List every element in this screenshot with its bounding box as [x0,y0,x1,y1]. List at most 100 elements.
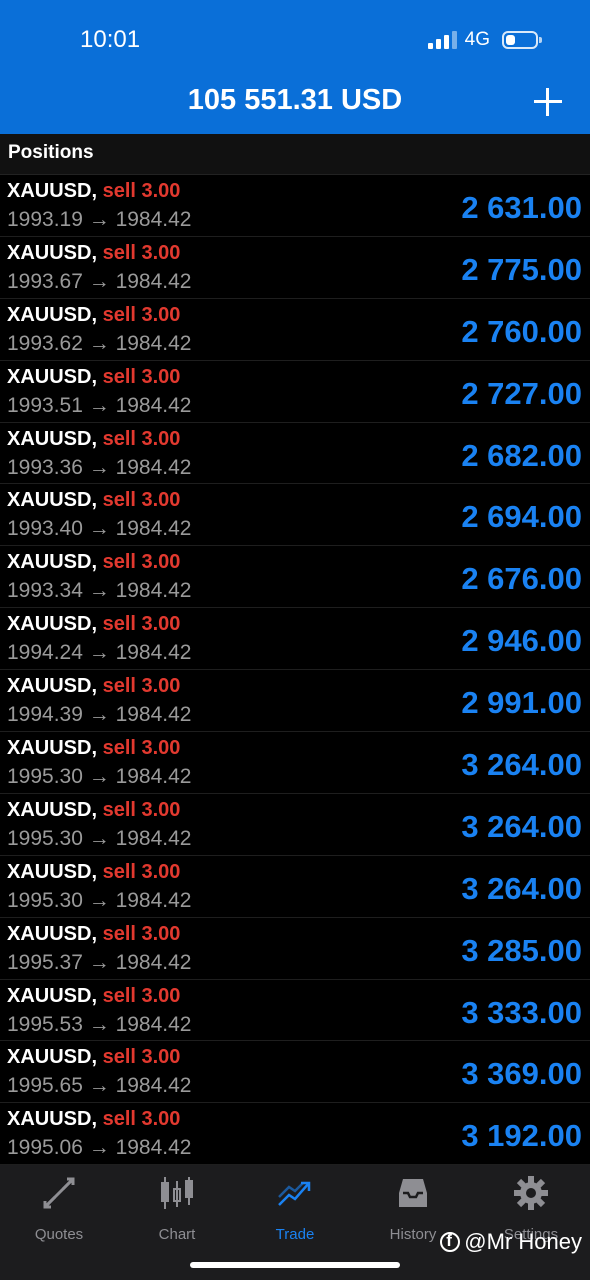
symbol-text: XAUUSD, [7,551,98,574]
trade-icon [278,1181,311,1206]
tab-label: Trade [275,1226,315,1243]
symbol-text: XAUUSD, [7,241,98,264]
tab-quotes[interactable]: Quotes [0,1175,118,1243]
tab-trade[interactable]: Trade [236,1175,354,1243]
position-prices: 1993.40 → 1984.42 [7,517,192,541]
position-row[interactable]: XAUUSD, sell 3.00 1995.65 → 1984.42 3 369.… [0,1041,590,1104]
position-row[interactable]: XAUUSD, sell 3.00 1995.30 → 1984.42 3 264.… [0,856,590,918]
position-row[interactable]: XAUUSD, sell 3.00 1995.37 → 1984.42 3 285.… [0,918,590,980]
position-profit: 3 264.00 [461,870,582,906]
position-row[interactable]: XAUUSD, sell 3.00 1993.19 → 1984.42 2 631.… [0,175,590,237]
position-row[interactable]: XAUUSD, sell 3.00 1993.67 → 1984.42 2 775.… [0,237,590,299]
position-prices: 1995.06 → 1984.42 [7,1136,192,1160]
position-symbol: XAUUSD, sell 3.00 [7,613,180,636]
status-time: 10:01 [80,26,141,53]
position-side: sell 3.00 [102,241,181,264]
position-profit: 2 682.00 [461,437,582,473]
symbol-text: XAUUSD, [7,613,98,636]
symbol-text: XAUUSD, [7,180,98,202]
symbol-text: XAUUSD, [7,798,98,821]
position-row[interactable]: XAUUSD, sell 3.00 1993.62 → 1984.42 2 760.… [0,299,590,361]
tab-label: Chart [158,1226,196,1243]
position-prices: 1993.51 → 1984.42 [7,393,192,417]
history-icon [399,1179,427,1207]
position-profit: 3 369.00 [461,1056,582,1092]
header-bar: 10:01 4G 105 551.31 USD [0,0,590,134]
tab-chart[interactable]: Chart [118,1175,236,1243]
position-side: sell 3.00 [102,180,181,202]
positions-header: Positions [0,134,590,175]
position-prices: 1993.19 → 1984.42 [7,208,192,231]
symbol-text: XAUUSD, [7,1046,98,1069]
position-symbol: XAUUSD, sell 3.00 [7,799,180,822]
position-symbol: XAUUSD, sell 3.00 [7,737,180,760]
position-side: sell 3.00 [102,303,181,326]
network-type: 4G [464,29,490,50]
new-order-button[interactable] [534,88,562,116]
position-prices: 1994.39 → 1984.42 [7,703,192,727]
position-profit: 2 727.00 [461,375,582,411]
symbol-text: XAUUSD, [7,675,98,698]
position-side: sell 3.00 [102,737,181,760]
position-symbol: XAUUSD, sell 3.00 [7,304,180,327]
position-symbol: XAUUSD, sell 3.00 [7,489,180,512]
position-profit: 3 264.00 [461,808,582,844]
position-row[interactable]: XAUUSD, sell 3.00 1993.51 → 1984.42 2 727.… [0,361,590,423]
position-prices: 1995.53 → 1984.42 [7,1012,192,1036]
position-side: sell 3.00 [102,1108,181,1131]
position-prices: 1995.30 → 1984.42 [7,888,192,912]
position-profit: 2 676.00 [461,561,582,597]
position-symbol: XAUUSD, sell 3.00 [7,923,180,946]
watermark: @Mr Honey [440,1229,582,1255]
account-balance: 105 551.31 USD [187,84,403,116]
position-row[interactable]: XAUUSD, sell 3.00 1993.34 → 1984.42 2 676.… [0,546,590,609]
battery-icon [502,31,542,49]
symbol-text: XAUUSD, [7,365,98,388]
position-row[interactable]: XAUUSD, sell 3.00 1994.39 → 1984.42 2 991.… [0,670,590,733]
gear-icon [514,1176,548,1210]
position-profit: 3 333.00 [461,994,582,1030]
position-row[interactable]: XAUUSD, sell 3.00 1995.06 → 1984.42 3 192.… [0,1103,590,1166]
position-symbol: XAUUSD, sell 3.00 [7,1108,180,1131]
position-side: sell 3.00 [102,984,181,1007]
position-side: sell 3.00 [102,922,181,945]
position-side: sell 3.00 [102,860,181,883]
position-side: sell 3.00 [102,427,181,450]
position-row[interactable]: XAUUSD, sell 3.00 1995.30 → 1984.42 3 264.… [0,732,590,794]
position-prices: 1994.24 → 1984.42 [7,641,192,665]
position-prices: 1993.34 → 1984.42 [7,579,192,603]
position-symbol: XAUUSD, sell 3.00 [7,242,180,265]
position-symbol: XAUUSD, sell 3.00 [7,366,180,389]
position-profit: 2 946.00 [461,623,582,659]
position-prices: 1995.37 → 1984.42 [7,950,192,974]
quotes-icon [43,1177,75,1209]
positions-title: Positions [8,142,94,163]
position-prices: 1993.67 → 1984.42 [7,269,192,293]
position-profit: 2 694.00 [461,499,582,535]
position-prices: 1995.65 → 1984.42 [7,1074,192,1098]
position-side: sell 3.00 [102,675,181,698]
position-symbol: XAUUSD, sell 3.00 [7,985,180,1008]
position-row[interactable]: XAUUSD, sell 3.00 1993.40 → 1984.42 2 694.… [0,484,590,547]
position-prices: 1993.62 → 1984.42 [7,331,192,355]
position-side: sell 3.00 [102,798,181,821]
position-side: sell 3.00 [102,365,181,388]
facebook-icon [440,1231,461,1252]
symbol-text: XAUUSD, [7,489,98,512]
position-profit: 2 991.00 [461,685,582,721]
position-profit: 2 760.00 [461,313,582,349]
position-row[interactable]: XAUUSD, sell 3.00 1995.53 → 1984.42 3 333.… [0,980,590,1042]
home-indicator[interactable] [190,1262,400,1268]
position-row[interactable]: XAUUSD, sell 3.00 1993.36 → 1984.42 2 682.… [0,423,590,485]
watermark-text: @Mr Honey [464,1229,582,1254]
symbol-text: XAUUSD, [7,922,98,945]
candlestick-icon [161,1177,193,1209]
symbol-text: XAUUSD, [7,303,98,326]
position-side: sell 3.00 [102,489,181,512]
position-row[interactable]: XAUUSD, sell 3.00 1994.24 → 1984.42 2 946.… [0,608,590,671]
symbol-text: XAUUSD, [7,737,98,760]
status-indicators: 4G [427,29,542,51]
position-profit: 2 775.00 [461,251,582,287]
position-row[interactable]: XAUUSD, sell 3.00 1995.30 → 1984.42 3 264.… [0,794,590,856]
position-symbol: XAUUSD, sell 3.00 [7,551,180,574]
